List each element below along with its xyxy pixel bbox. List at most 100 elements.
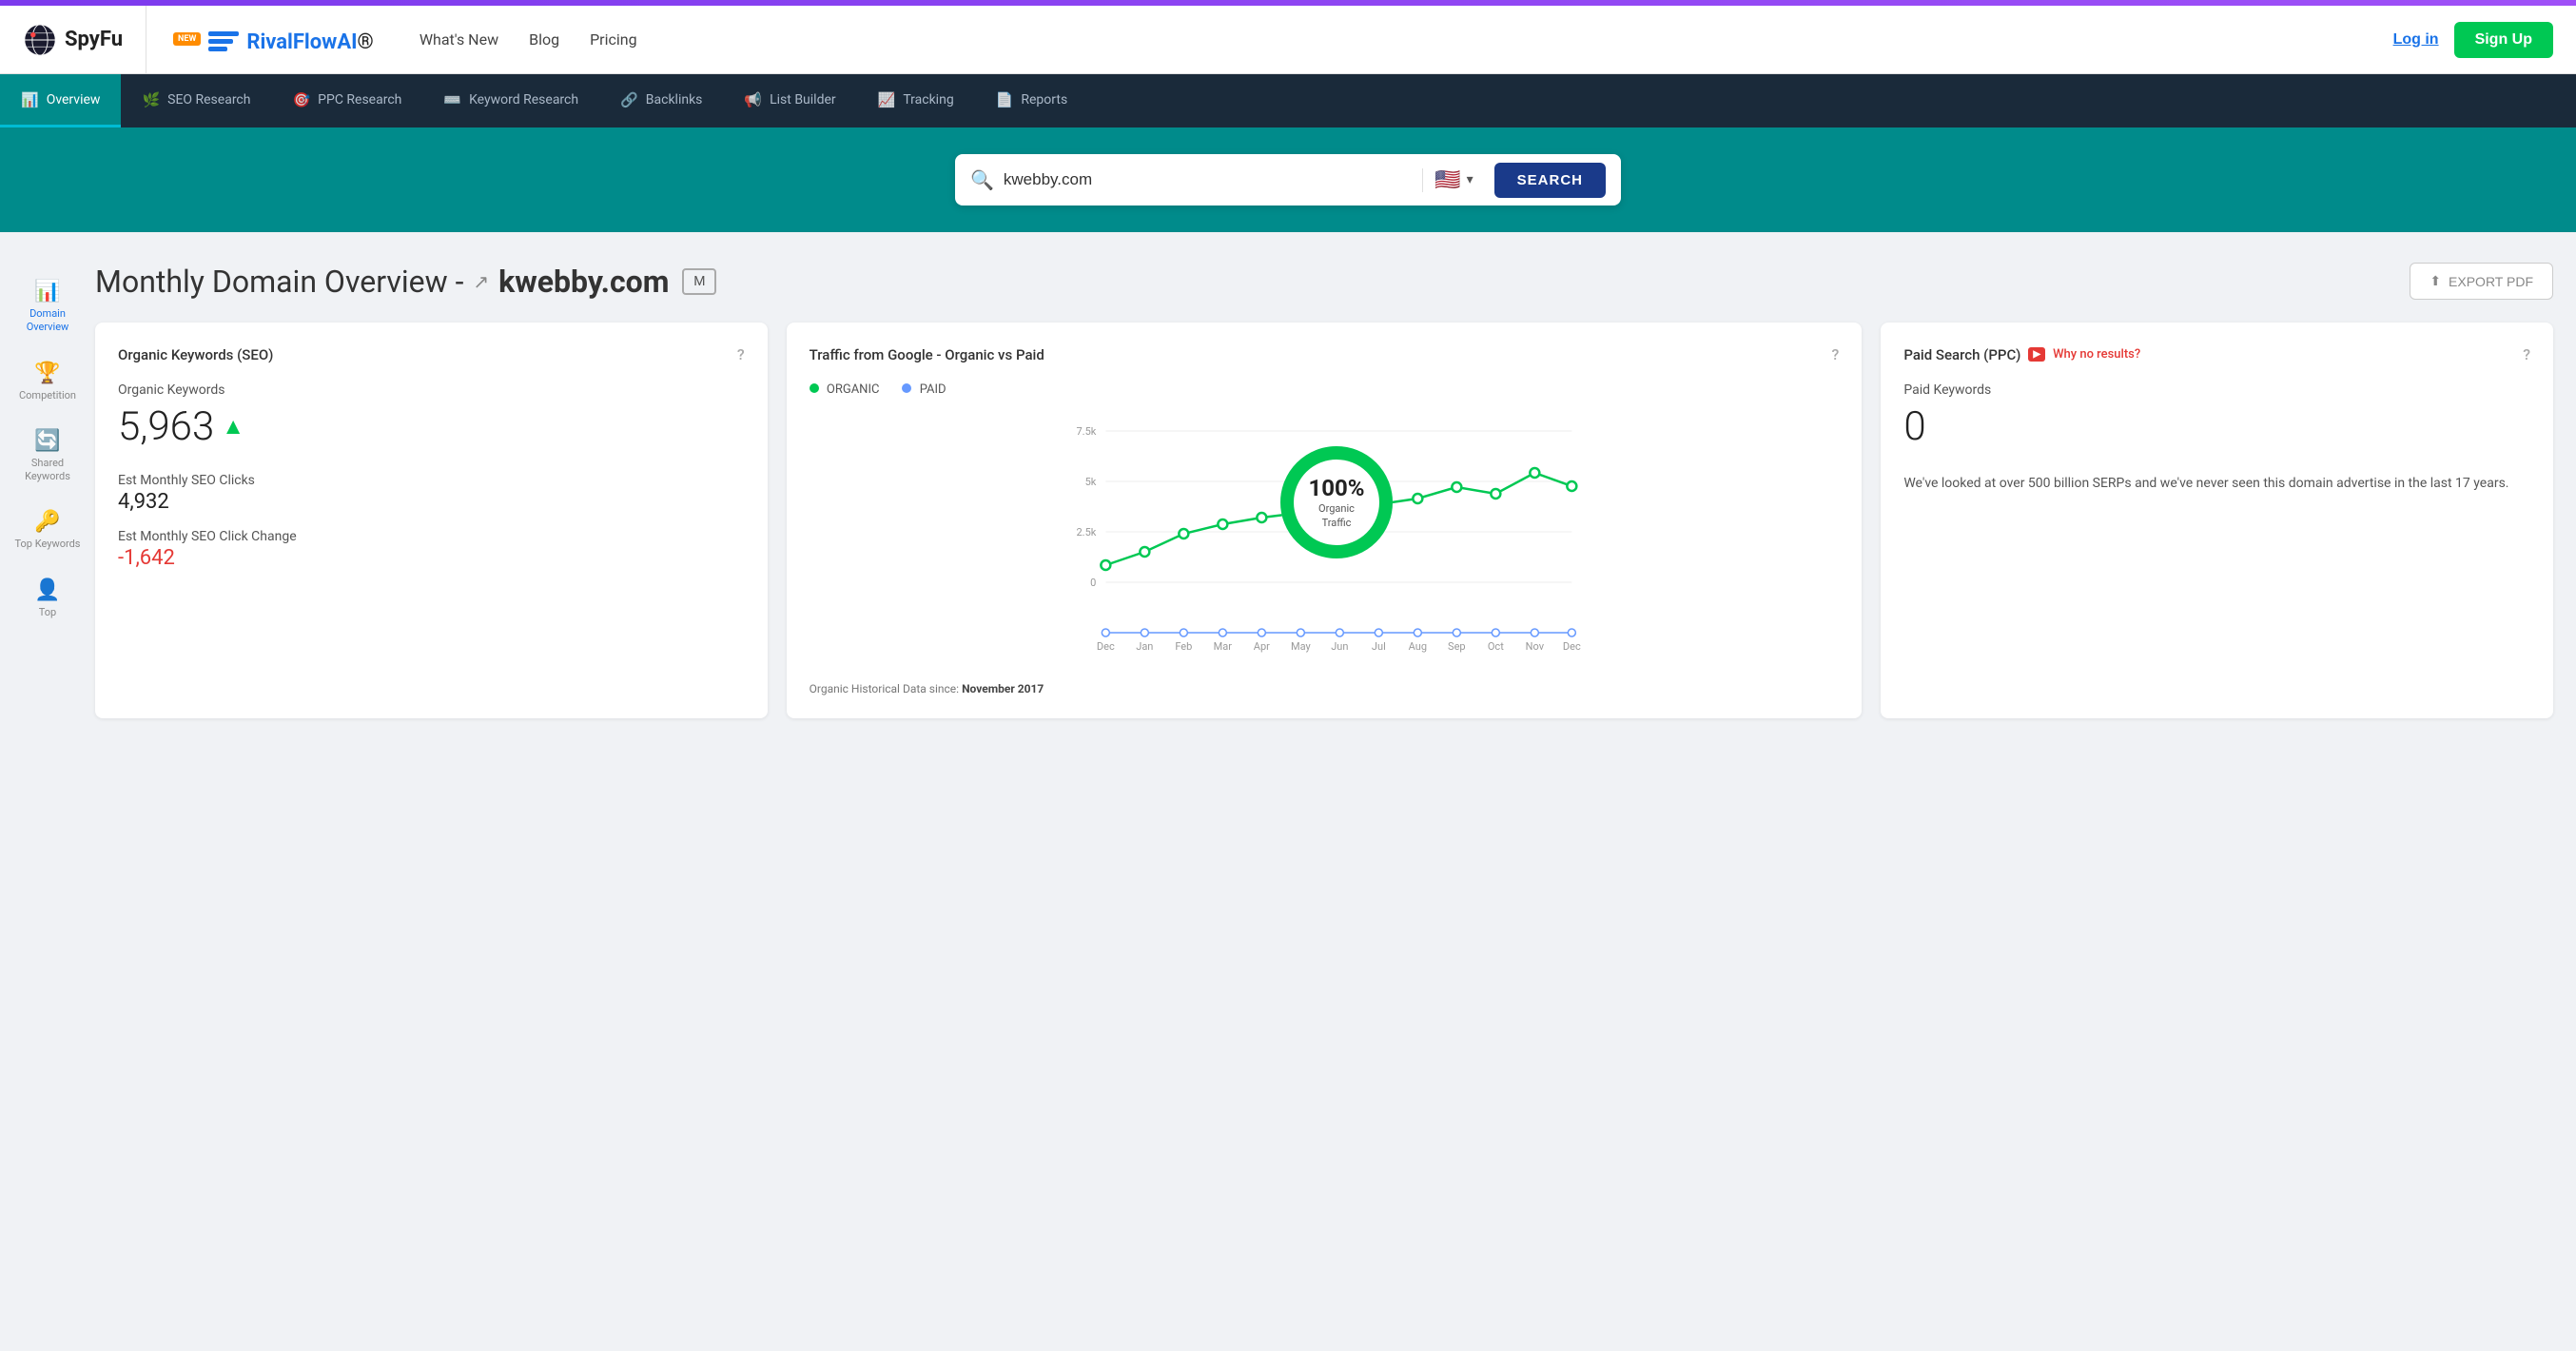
rivalflow-text: RivalFlowAI® [246, 30, 373, 54]
svg-text:7.5k: 7.5k [1076, 425, 1096, 438]
top-icon: 👤 [34, 578, 60, 602]
ppc-help-icon[interactable]: ? [2523, 345, 2530, 363]
login-button[interactable]: Log in [2393, 31, 2439, 49]
paid-dot [902, 383, 911, 393]
svg-text:Dec: Dec [1097, 640, 1115, 653]
search-button[interactable]: SEARCH [1494, 163, 1606, 198]
donut-percentage: 100% [1308, 475, 1364, 501]
svg-text:Nov: Nov [1525, 640, 1544, 653]
svg-text:5k: 5k [1084, 476, 1096, 488]
nav-whats-new[interactable]: What's New [420, 30, 498, 49]
main-nav: 📊 Overview 🌿 SEO Research 🎯 PPC Research… [0, 74, 2576, 127]
svg-text:Jul: Jul [1372, 640, 1386, 653]
nav-item-tracking[interactable]: 📈 Tracking [857, 74, 975, 127]
nav-item-reports[interactable]: 📄 Reports [975, 74, 1088, 127]
search-icon: 🔍 [970, 168, 994, 191]
organic-help-icon[interactable]: ? [737, 345, 745, 363]
svg-text:Jan: Jan [1136, 640, 1153, 653]
sidebar-item-domain-overview[interactable]: 📊 Domain Overview [5, 270, 90, 344]
youtube-icon: ▶ [2028, 347, 2045, 362]
main-content: 📊 Domain Overview 🏆 Competition 🔄 Shared… [0, 232, 2576, 749]
organic-keywords-card: Organic Keywords (SEO) ? Organic Keyword… [95, 323, 768, 718]
sidebar-item-shared-keywords[interactable]: 🔄 Shared Keywords [5, 420, 90, 494]
page-title: Monthly Domain Overview - ↗ kwebby.com M [95, 264, 716, 300]
donut-subtitle: OrganicTraffic [1318, 501, 1355, 531]
nav-item-seo-research[interactable]: 🌿 SEO Research [121, 74, 271, 127]
organic-legend-item: ORGANIC [810, 382, 880, 397]
rivalflow-waves-icon [208, 28, 239, 58]
traffic-help-icon[interactable]: ? [1832, 345, 1840, 363]
us-flag-icon: 🇺🇸 [1434, 168, 1460, 192]
list-builder-icon: 📢 [744, 91, 762, 108]
nav-item-ppc-research[interactable]: 🎯 PPC Research [271, 74, 422, 127]
signup-button[interactable]: Sign Up [2454, 22, 2553, 58]
domain-overview-icon: 📊 [34, 280, 60, 303]
calendar-icon[interactable]: M [682, 268, 716, 295]
external-link-icon[interactable]: ↗ [473, 270, 489, 293]
content-area: Monthly Domain Overview - ↗ kwebby.com M… [95, 263, 2553, 718]
shared-keywords-icon: 🔄 [34, 429, 60, 453]
paid-legend-item: PAID [902, 382, 946, 397]
svg-text:Apr: Apr [1253, 640, 1269, 653]
svg-text:Oct: Oct [1488, 640, 1504, 653]
competition-icon: 🏆 [34, 362, 60, 385]
nav-item-backlinks[interactable]: 🔗 Backlinks [599, 74, 723, 127]
paid-keywords-label: Paid Keywords [1903, 382, 2530, 398]
organic-keywords-label: Organic Keywords [118, 382, 745, 398]
est-clicks-section: Est Monthly SEO Clicks 4,932 [118, 473, 745, 514]
organic-keywords-value: 5,963 ▲ [118, 403, 745, 450]
new-badge: NEW [173, 32, 201, 46]
svg-text:Mar: Mar [1213, 640, 1232, 653]
page-header: Monthly Domain Overview - ↗ kwebby.com M… [95, 263, 2553, 300]
svg-text:Dec: Dec [1563, 640, 1581, 653]
search-section: 🔍 🇺🇸 ▾ SEARCH [0, 127, 2576, 232]
ppc-description: We've looked at over 500 billion SERPs a… [1903, 473, 2530, 494]
top-header: SpyFu NEW RivalFlowAI® What's New Blog P… [0, 6, 2576, 74]
overview-icon: 📊 [21, 91, 39, 108]
svg-text:2.5k: 2.5k [1076, 526, 1096, 538]
flag-selector[interactable]: 🇺🇸 ▾ [1422, 168, 1484, 192]
chevron-down-icon: ▾ [1467, 172, 1473, 187]
spyfu-text: SpyFu [65, 28, 123, 51]
search-input[interactable] [1004, 170, 1422, 189]
spyfu-logo[interactable]: SpyFu [23, 6, 146, 74]
top-keywords-icon: 🔑 [34, 510, 60, 534]
why-no-results-link[interactable]: Why no results? [2053, 347, 2140, 362]
traffic-card-title: Traffic from Google - Organic vs Paid ? [810, 345, 1840, 363]
chart-area: 7.5k 5k 2.5k 0 [810, 412, 1840, 678]
svg-text:0: 0 [1090, 577, 1096, 589]
nav-item-list-builder[interactable]: 📢 List Builder [723, 74, 856, 127]
donut-chart: 100% OrganicTraffic [1275, 441, 1398, 564]
svg-text:Sep: Sep [1448, 640, 1466, 653]
chart-footnote: Organic Historical Data since: November … [810, 682, 1840, 695]
backlinks-icon: 🔗 [620, 91, 638, 108]
tracking-icon: 📈 [878, 91, 896, 108]
paid-keywords-value: 0 [1903, 403, 2530, 450]
traffic-chart-card: Traffic from Google - Organic vs Paid ? … [787, 323, 1863, 718]
svg-text:Aug: Aug [1408, 640, 1426, 653]
header-right: Log in Sign Up [2393, 22, 2553, 58]
nav-blog[interactable]: Blog [529, 30, 559, 49]
ppc-card: Paid Search (PPC) ▶ Why no results? ? Pa… [1881, 323, 2553, 718]
ppc-card-title: Paid Search (PPC) ▶ Why no results? ? [1903, 345, 2530, 363]
export-pdf-button[interactable]: ⬆ EXPORT PDF [2410, 263, 2553, 300]
sidebar-item-top-keywords[interactable]: 🔑 Top Keywords [5, 500, 90, 560]
sidebar-item-competition[interactable]: 🏆 Competition [5, 352, 90, 412]
reports-icon: 📄 [996, 91, 1014, 108]
spyfu-globe-icon [23, 23, 57, 57]
svg-text:Jun: Jun [1331, 640, 1348, 653]
nav-item-overview[interactable]: 📊 Overview [0, 74, 121, 127]
header-left: SpyFu NEW RivalFlowAI® [23, 6, 374, 74]
organic-card-title: Organic Keywords (SEO) ? [118, 345, 745, 363]
sidebar-item-top[interactable]: 👤 Top [5, 569, 90, 629]
nav-item-keyword-research[interactable]: ⌨️ Keyword Research [422, 74, 599, 127]
organic-dot [810, 383, 819, 393]
svg-text:Feb: Feb [1175, 640, 1192, 653]
rivalflow-logo[interactable]: NEW RivalFlowAI® [146, 6, 374, 74]
sidebar: 📊 Domain Overview 🏆 Competition 🔄 Shared… [0, 263, 95, 718]
nav-pricing[interactable]: Pricing [590, 30, 637, 49]
cards-grid: Organic Keywords (SEO) ? Organic Keyword… [95, 323, 2553, 718]
svg-text:May: May [1291, 640, 1312, 653]
ppc-title-left: Paid Search (PPC) ▶ Why no results? [1903, 346, 2140, 363]
chart-legend: ORGANIC PAID [810, 382, 1840, 397]
